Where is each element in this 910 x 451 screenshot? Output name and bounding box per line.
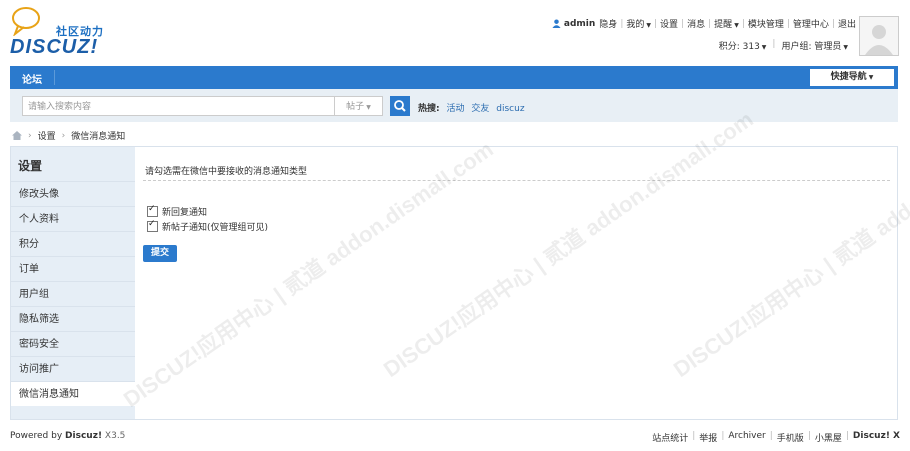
footer-link-archiver[interactable]: Archiver bbox=[728, 431, 765, 444]
logout-link[interactable]: 退出 bbox=[838, 17, 856, 30]
invisible-toggle[interactable]: 隐身 bbox=[599, 17, 617, 30]
caret-down-icon: ▼ bbox=[761, 44, 767, 51]
sidebar-item-password[interactable]: 密码安全 bbox=[11, 331, 135, 356]
sidebar-item-usergroup[interactable]: 用户组 bbox=[11, 281, 135, 306]
usergroup-menu[interactable]: 用户组: 管理员 ▼ bbox=[781, 39, 848, 52]
sidebar-item-promotion[interactable]: 访问推广 bbox=[11, 356, 135, 381]
sidebar-item-orders[interactable]: 订单 bbox=[11, 256, 135, 281]
nav-forum[interactable]: 论坛 bbox=[22, 71, 42, 86]
sidebar-item-wechat-notify[interactable]: 微信消息通知 bbox=[11, 381, 135, 406]
top-user-nav: admin 隐身 | 我的 ▼ | 设置 | 消息 | 提醒 ▼ | 模块管理 | 管理中心 | … bbox=[552, 17, 856, 30]
powered-by: Powered by Discuz! X3.5 bbox=[10, 431, 126, 441]
footer-link-stats[interactable]: 站点统计 bbox=[652, 431, 688, 444]
hot-search: 热搜: 活动 交友 discuz bbox=[418, 101, 525, 114]
sidebar-item-privacy[interactable]: 隐私筛选 bbox=[11, 306, 135, 331]
search-type-select[interactable]: 帖子 ▼ bbox=[335, 96, 383, 116]
option-new-reply[interactable]: 新回复通知 bbox=[147, 204, 208, 218]
caret-down-icon: ▼ bbox=[366, 104, 371, 111]
user-stats: 积分: 313 ▼ | 用户组: 管理员 ▼ bbox=[718, 39, 848, 52]
hot-search-label: 热搜: bbox=[418, 104, 440, 114]
sidebar-item-profile[interactable]: 个人资料 bbox=[11, 206, 135, 231]
settings-link[interactable]: 设置 bbox=[660, 17, 678, 30]
option-new-thread[interactable]: 新帖子通知(仅管理组可见) bbox=[147, 219, 269, 233]
logo-wordmark: DISCUZ! bbox=[10, 36, 99, 58]
search-input[interactable]: 请输入搜索内容 bbox=[22, 96, 335, 116]
reminders-menu[interactable]: 提醒 ▼ bbox=[714, 17, 739, 30]
divider bbox=[143, 180, 890, 181]
caret-down-icon: ▼ bbox=[646, 22, 651, 29]
new-reply-checkbox[interactable] bbox=[147, 204, 158, 217]
quick-nav-button[interactable]: 快捷导航 ▼ bbox=[810, 69, 894, 86]
breadcrumb-current: 微信消息通知 bbox=[71, 132, 126, 142]
caret-down-icon: ▼ bbox=[843, 44, 848, 51]
search-icon bbox=[394, 100, 406, 112]
credits-menu[interactable]: 积分: 313 ▼ bbox=[719, 39, 767, 52]
footer-brand[interactable]: Discuz! X bbox=[853, 431, 900, 444]
breadcrumb-separator: › bbox=[61, 130, 66, 141]
footer-links: 站点统计 | 举报 | Archiver | 手机版 | 小黑屋 | Discuz! X bbox=[652, 431, 900, 444]
intro-text: 请勾选需在微信中要接收的消息通知类型 bbox=[145, 167, 308, 177]
settings-panel: 设置 修改头像 个人资料 积分 订单 用户组 隐私筛选 密码安全 访问推广 微信… bbox=[10, 106, 910, 420]
powered-brand[interactable]: Discuz! bbox=[65, 431, 102, 441]
messages-link[interactable]: 消息 bbox=[687, 17, 705, 30]
breadcrumb-settings[interactable]: 设置 bbox=[38, 129, 56, 142]
option-label: 新回复通知 bbox=[162, 208, 208, 218]
home-icon[interactable] bbox=[12, 131, 22, 140]
sidebar-item-credits[interactable]: 积分 bbox=[11, 231, 135, 256]
nav-divider bbox=[54, 70, 55, 85]
sidebar-title: 设置 bbox=[18, 159, 43, 173]
settings-sidebar: 设置 修改头像 个人资料 积分 订单 用户组 隐私筛选 密码安全 访问推广 微信… bbox=[11, 147, 135, 419]
hot-search-link[interactable]: discuz bbox=[496, 104, 524, 114]
breadcrumb: › 设置 › 微信消息通知 bbox=[12, 129, 125, 142]
user-icon bbox=[552, 19, 561, 28]
search-bar: 请输入搜索内容 帖子 ▼ 热搜: 活动 交友 discuz bbox=[10, 89, 898, 122]
new-thread-checkbox[interactable] bbox=[147, 219, 158, 232]
footer-link-blacklist[interactable]: 小黑屋 bbox=[815, 431, 842, 444]
footer-link-report[interactable]: 举报 bbox=[699, 431, 717, 444]
sidebar-item-avatar[interactable]: 修改头像 bbox=[11, 181, 135, 206]
main-content: 请勾选需在微信中要接收的消息通知类型 新回复通知 新帖子通知(仅管理组可见) 提… bbox=[119, 106, 910, 419]
hot-search-link[interactable]: 交友 bbox=[471, 104, 489, 114]
avatar[interactable] bbox=[859, 16, 899, 56]
caret-down-icon: ▼ bbox=[868, 74, 874, 81]
avatar-placeholder-icon bbox=[865, 25, 893, 55]
hot-search-link[interactable]: 活动 bbox=[446, 104, 464, 114]
option-label: 新帖子通知(仅管理组可见) bbox=[162, 223, 269, 233]
site-logo[interactable]: 社区动力 DISCUZ! bbox=[8, 6, 118, 58]
search-button[interactable] bbox=[390, 96, 410, 116]
admin-center-link[interactable]: 管理中心 bbox=[793, 17, 829, 30]
submit-button[interactable]: 提交 bbox=[143, 245, 177, 262]
breadcrumb-separator: › bbox=[28, 130, 32, 141]
caret-down-icon: ▼ bbox=[734, 22, 739, 29]
username-link[interactable]: admin bbox=[564, 19, 595, 29]
footer-link-mobile[interactable]: 手机版 bbox=[777, 431, 804, 444]
module-manage-link[interactable]: 模块管理 bbox=[748, 17, 784, 30]
main-nav-bar: 论坛 快捷导航 ▼ bbox=[10, 66, 898, 89]
speech-bubble-icon bbox=[12, 7, 40, 36]
my-menu[interactable]: 我的 ▼ bbox=[626, 17, 651, 30]
